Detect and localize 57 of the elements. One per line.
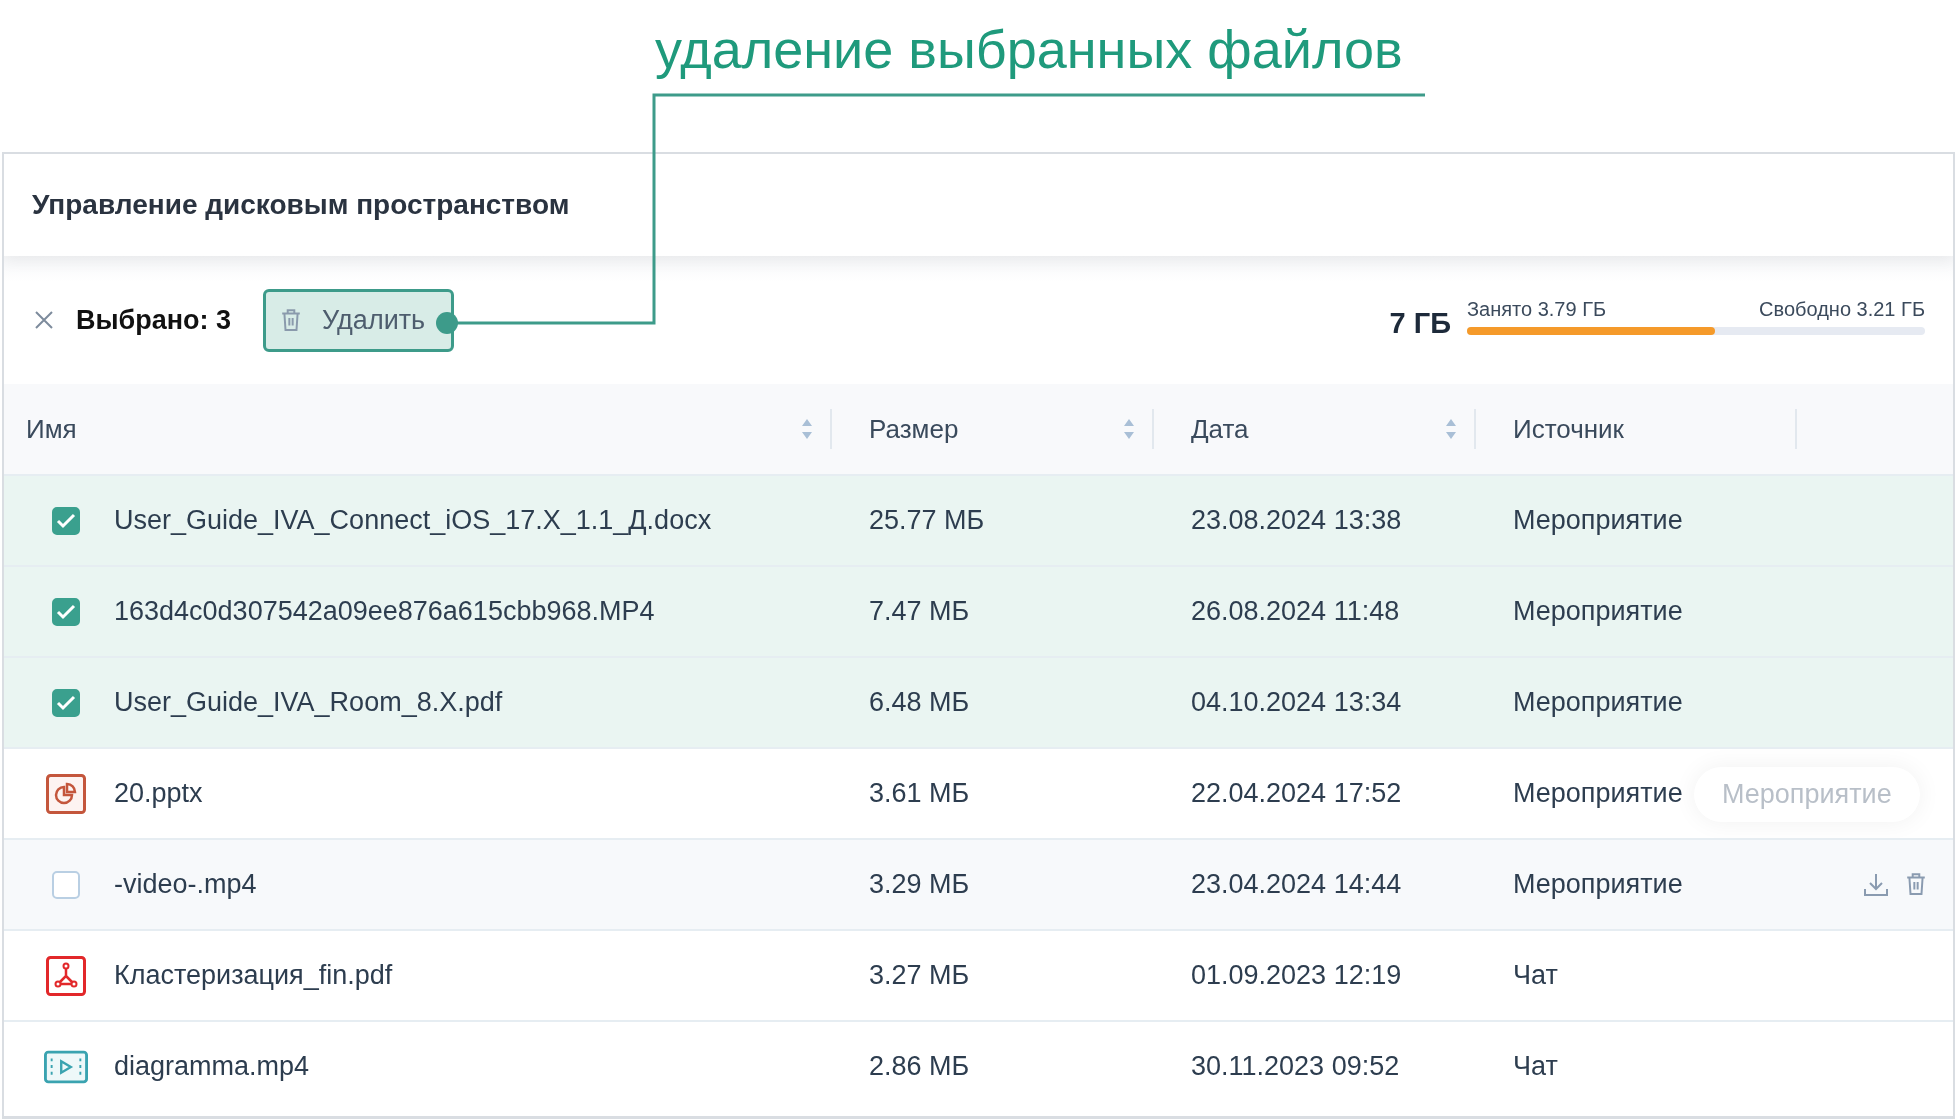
column-header[interactable]: Имя xyxy=(26,413,814,445)
file-size: 2.86 МБ xyxy=(869,1051,970,1081)
file-row[interactable]: User_Guide_IVA_Room_8.X.pdf 6.48 МБ 04.10.2024 13:34 Мероприятие xyxy=(4,656,1953,747)
checkbox[interactable] xyxy=(52,506,80,535)
column-header[interactable]: Дата xyxy=(1191,413,1458,445)
file-date: 23.08.2024 13:38 xyxy=(1191,505,1402,535)
file-date: 04.10.2024 13:34 xyxy=(1191,687,1402,717)
file-source: Мероприятие xyxy=(1513,596,1683,626)
file-source: Мероприятие xyxy=(1513,687,1683,717)
file-name: 20.pptx xyxy=(114,778,203,809)
download-icon[interactable] xyxy=(1863,871,1889,898)
trash-icon xyxy=(280,307,303,333)
close-icon[interactable] xyxy=(34,310,54,330)
file-name: Кластеризация_fin.pdf xyxy=(114,960,393,991)
file-name: User_Guide_IVA_Room_8.X.pdf xyxy=(114,687,503,718)
file-size: 7.47 МБ xyxy=(869,596,970,626)
file-name: User_Guide_IVA_Connect_iOS_17.X_1.1_Д.docx xyxy=(114,505,712,536)
file-source: Мероприятие xyxy=(1513,869,1683,899)
file-source: Мероприятие xyxy=(1513,505,1683,535)
checkbox[interactable] xyxy=(52,597,80,626)
checkbox[interactable] xyxy=(52,870,80,899)
checkmark-icon xyxy=(56,694,76,711)
file-source: Мероприятие xyxy=(1513,778,1683,808)
file-size: 3.29 МБ xyxy=(869,869,970,899)
file-size: 3.61 МБ xyxy=(869,778,970,808)
selection-count: Выбрано: 3 xyxy=(76,304,232,336)
file-row[interactable]: diagramma.mp4 2.86 МБ 30.11.2023 09:52 Чат xyxy=(4,1020,1953,1111)
file-row[interactable]: 163d4c0d307542a09ee876a615cbb968.MP4 7.47 МБ 26.08.2024 11:48 Мероприятие xyxy=(4,565,1953,656)
panel-title: Управление дисковым пространством xyxy=(32,189,570,221)
file-date: 26.08.2024 11:48 xyxy=(1191,596,1400,626)
file-size: 25.77 МБ xyxy=(869,505,985,535)
file-name: -video-.mp4 xyxy=(114,869,257,900)
column-header[interactable]: Размер xyxy=(869,413,1136,445)
file-date: 30.11.2023 09:52 xyxy=(1191,1051,1400,1081)
checkmark-icon xyxy=(56,512,76,529)
file-size: 3.27 МБ xyxy=(869,960,970,990)
file-source: Чат xyxy=(1513,960,1558,990)
file-source: Чат xyxy=(1513,1051,1558,1081)
callout-text: удаление выбранных файлов xyxy=(655,18,1403,81)
file-row[interactable]: User_Guide_IVA_Connect_iOS_17.X_1.1_Д.docx 25.77 МБ 23.08.2024 13:38 Мероприятие xyxy=(4,474,1953,565)
checkmark-icon xyxy=(56,603,76,620)
delete-icon[interactable] xyxy=(1905,871,1927,896)
file-row[interactable]: -video-.mp4 3.29 МБ 23.04.2024 14:44 Мероприятие xyxy=(4,838,1953,929)
storage-total: 7 ГБ xyxy=(1389,306,1451,340)
file-date: 01.09.2023 12:19 xyxy=(1191,960,1402,990)
delete-button[interactable]: Удалить xyxy=(263,288,455,352)
file-date: 22.04.2024 17:52 xyxy=(1191,778,1402,808)
file-row[interactable]: Кластеризация_fin.pdf 3.27 МБ 01.09.2023 12:19 Чат xyxy=(4,929,1953,1020)
tooltip: Мероприятие xyxy=(1694,767,1920,822)
used-space-label: Занято 3.79 ГБ xyxy=(1467,297,1607,321)
free-space-label: Свободно 3.21 ГБ xyxy=(1759,297,1925,321)
file-size: 6.48 МБ xyxy=(869,687,970,717)
file-name: diagramma.mp4 xyxy=(114,1051,310,1082)
checkbox[interactable] xyxy=(52,688,80,717)
file-date: 23.04.2024 14:44 xyxy=(1191,869,1402,899)
file-name: 163d4c0d307542a09ee876a615cbb968.MP4 xyxy=(114,596,655,627)
column-header[interactable]: Источник xyxy=(1513,413,1779,445)
